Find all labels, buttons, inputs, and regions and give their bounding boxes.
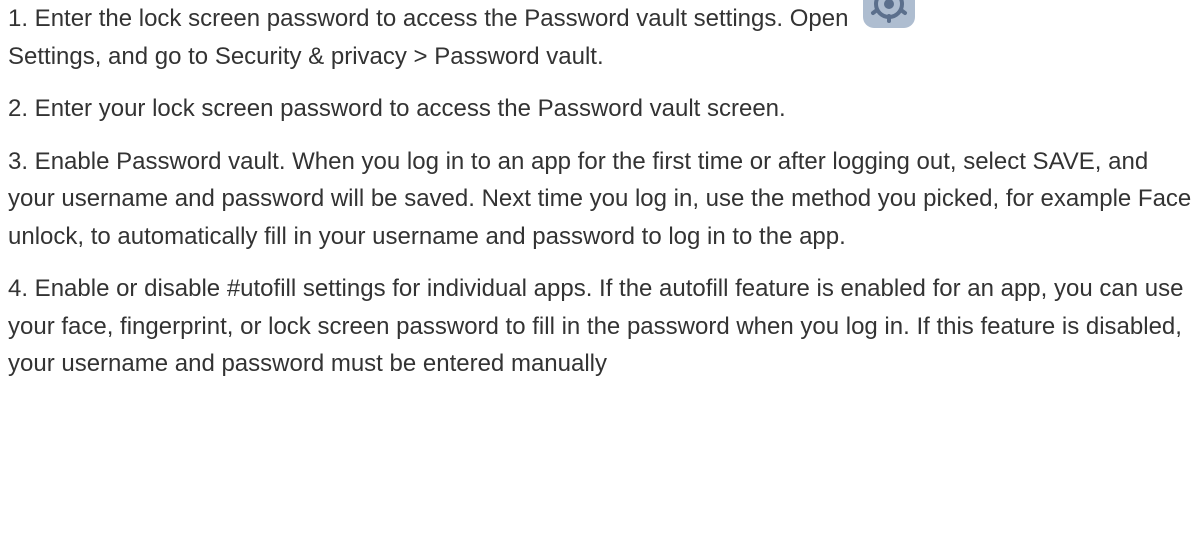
step-1: 1. Enter the lock screen password to acc… <box>8 0 1198 75</box>
step-3: 3. Enable Password vault. When you log i… <box>8 147 1192 250</box>
step-2: 2. Enter your lock screen password to ac… <box>8 95 786 122</box>
step-4: 4. Enable or disable #utofill settings f… <box>8 275 1184 377</box>
step-1-text-continued: Settings, and go to Security & privacy >… <box>8 42 604 70</box>
instructions: 1. Enter the lock screen password to acc… <box>8 0 1198 383</box>
settings-gear-icon <box>859 0 919 30</box>
step-1-text: 1. Enter the lock screen password to acc… <box>8 5 856 32</box>
